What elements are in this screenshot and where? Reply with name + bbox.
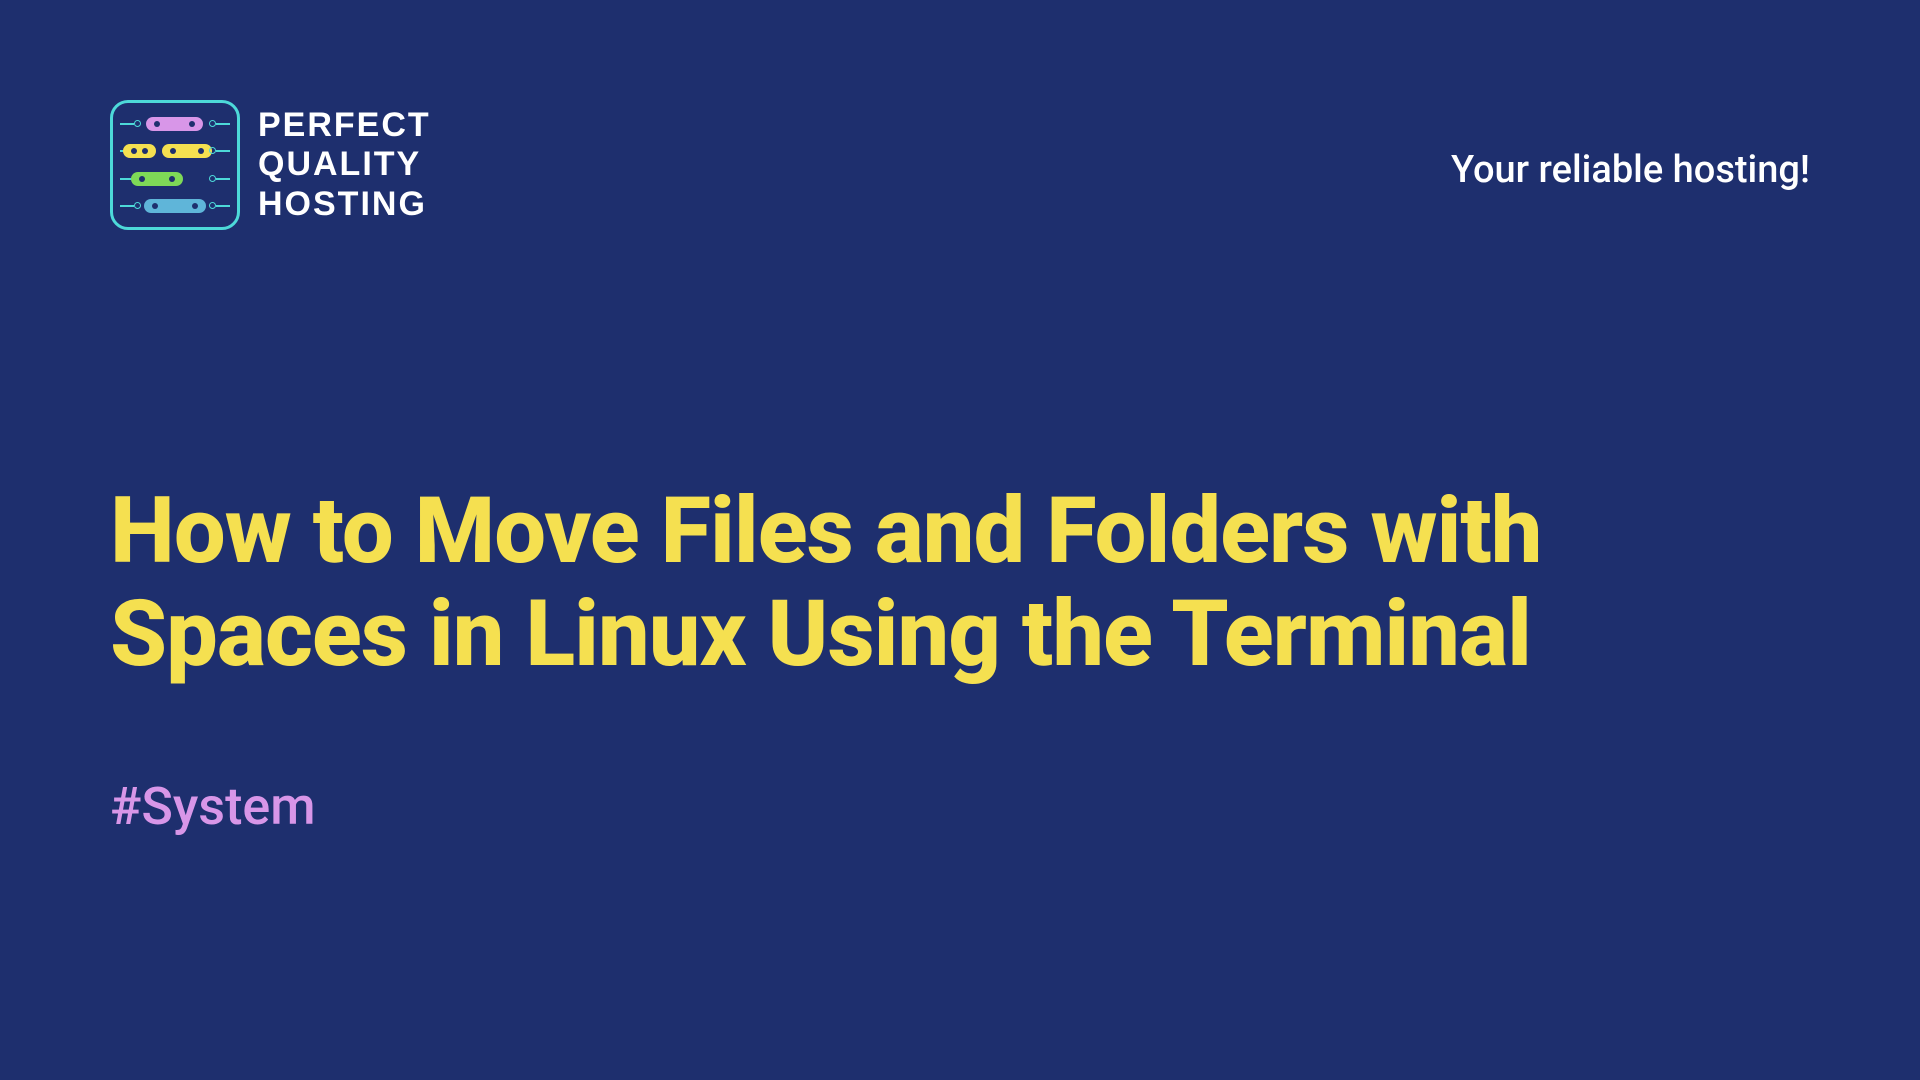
logo-line-1: PERFECT <box>258 106 431 145</box>
page-title: How to Move Files and Folders with Space… <box>110 480 1810 686</box>
logo-text: PERFECT QUALITY HOSTING <box>258 106 431 223</box>
header: PERFECT QUALITY HOSTING Your reliable ho… <box>0 0 1920 230</box>
logo-line-2: QUALITY <box>258 145 431 184</box>
logo-line-3: HOSTING <box>258 185 431 224</box>
hashtag: #System <box>110 776 1810 837</box>
logo-icon <box>110 100 240 230</box>
tagline: Your reliable hosting! <box>1451 148 1810 192</box>
logo: PERFECT QUALITY HOSTING <box>110 100 431 230</box>
main-content: How to Move Files and Folders with Space… <box>0 480 1920 837</box>
